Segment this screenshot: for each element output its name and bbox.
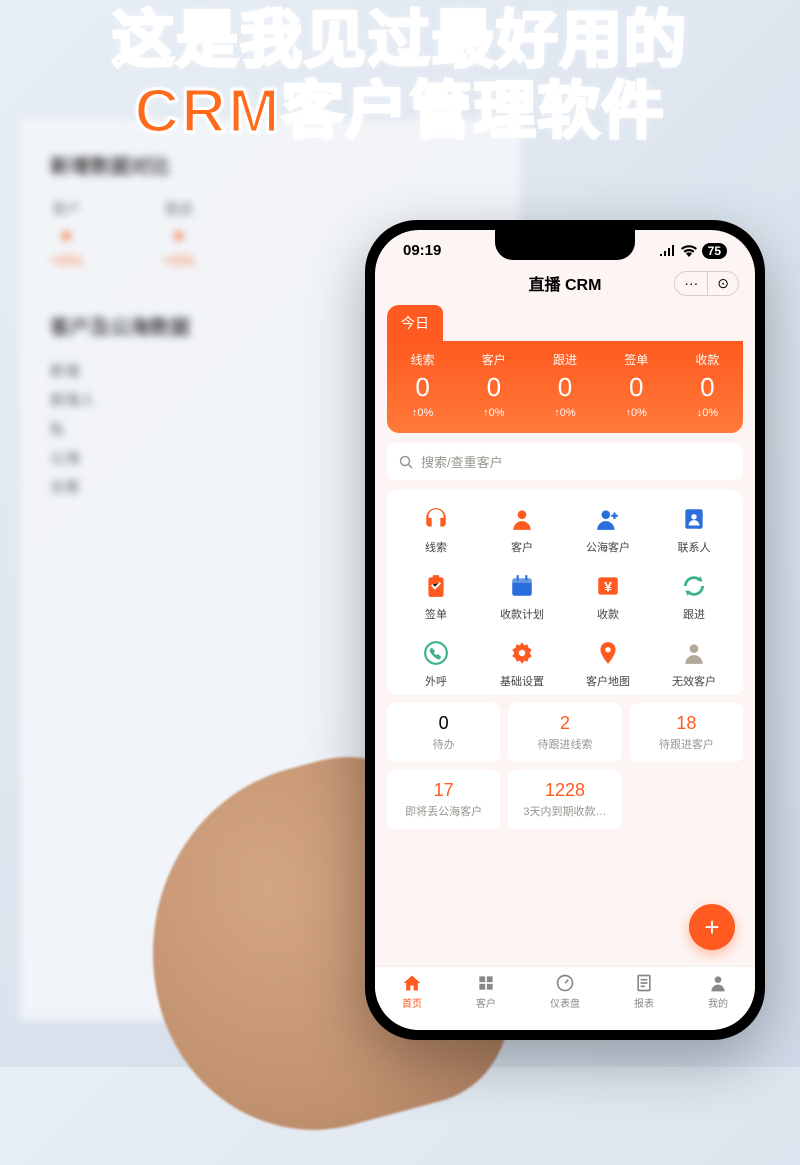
report-icon (634, 973, 654, 993)
money-icon: ¥ (593, 571, 623, 601)
calendar-icon (507, 571, 537, 601)
call-icon (421, 638, 451, 668)
location-icon (593, 638, 623, 668)
home-icon (402, 973, 422, 993)
app-header: 直播 CRM ··· ⊙ (375, 265, 755, 305)
headset-icon (421, 504, 451, 534)
contact-icon (679, 504, 709, 534)
fab-add-button[interactable]: + (689, 904, 735, 950)
person-plus-icon (593, 504, 623, 534)
people-icon (476, 973, 496, 993)
grid-item-money[interactable]: ¥ 收款 (565, 571, 651, 622)
grid-item-headset[interactable]: 线索 (393, 504, 479, 555)
kpi-tile-3[interactable]: 17 即将丢公海客户 (387, 770, 500, 829)
search-icon (399, 455, 413, 469)
tab-home[interactable]: 首页 (402, 973, 422, 1030)
more-button[interactable]: ··· (675, 272, 708, 295)
svg-text:¥: ¥ (604, 578, 612, 594)
dash-col-3[interactable]: 签单 0 ↑0% (601, 351, 672, 419)
grid-item-clipboard[interactable]: 签单 (393, 571, 479, 622)
person-x-icon (679, 638, 709, 668)
phone-notch (495, 230, 635, 260)
signal-icon (660, 245, 676, 256)
app-title: 直播 CRM (529, 271, 602, 295)
wifi-icon (681, 245, 697, 257)
grid-item-person[interactable]: 客户 (479, 504, 565, 555)
phone-frame: 09:19 75 直播 CRM ··· ⊙ 今日 线索 (365, 220, 765, 1040)
kpi-tile-1[interactable]: 2 待跟进线索 (508, 703, 621, 762)
refresh-icon (679, 571, 709, 601)
grid-item-location[interactable]: 客户地图 (565, 638, 651, 689)
promo-headline: 这是我见过最好用的 CRM客户管理软件 (20, 5, 780, 148)
tab-user[interactable]: 我的 (708, 973, 728, 1030)
grid-item-gear[interactable]: 基础设置 (479, 638, 565, 689)
tab-people[interactable]: 客户 (476, 973, 496, 1030)
bottom-tabbar: 首页 客户 仪表盘 报表 我的 (375, 966, 755, 1030)
person-icon (507, 504, 537, 534)
grid-item-call[interactable]: 外呼 (393, 638, 479, 689)
battery-indicator: 75 (702, 243, 727, 259)
status-time: 09:19 (403, 242, 441, 259)
dashboard-tab-today[interactable]: 今日 (387, 305, 443, 341)
today-dashboard: 今日 线索 0 ↑0%客户 0 ↑0%跟进 0 ↑0%签单 0 ↑0%收款 0 … (387, 305, 743, 433)
kpi-tile-2[interactable]: 18 待跟进客户 (630, 703, 743, 762)
tab-report[interactable]: 报表 (634, 973, 654, 1030)
dash-col-2[interactable]: 跟进 0 ↑0% (529, 351, 600, 419)
dash-col-4[interactable]: 收款 0 ↓0% (672, 351, 743, 419)
kpi-tile-4[interactable]: 1228 3天内到期收款… (508, 770, 621, 829)
search-placeholder: 搜索/查重客户 (421, 452, 503, 471)
grid-item-person-plus[interactable]: 公海客户 (565, 504, 651, 555)
feature-grid: 线索 客户 公海客户 联系人 签单 收款计划¥ 收款 跟进 外呼 基础设置 客户… (387, 490, 743, 695)
grid-item-person-x[interactable]: 无效客户 (651, 638, 737, 689)
dash-col-0[interactable]: 线索 0 ↑0% (387, 351, 458, 419)
close-button[interactable]: ⊙ (708, 272, 738, 295)
user-icon (708, 973, 728, 993)
grid-item-refresh[interactable]: 跟进 (651, 571, 737, 622)
search-input[interactable]: 搜索/查重客户 (387, 443, 743, 480)
grid-item-contact[interactable]: 联系人 (651, 504, 737, 555)
header-actions: ··· ⊙ (674, 271, 739, 296)
dash-col-1[interactable]: 客户 0 ↑0% (458, 351, 529, 419)
gear-icon (507, 638, 537, 668)
kpi-grid: 0 待办2 待跟进线索18 待跟进客户 17 即将丢公海客户1228 3天内到期收… (387, 703, 743, 829)
clipboard-icon (421, 571, 451, 601)
kpi-tile-0[interactable]: 0 待办 (387, 703, 500, 762)
tab-dashboard[interactable]: 仪表盘 (550, 973, 580, 1030)
phone-screen: 09:19 75 直播 CRM ··· ⊙ 今日 线索 (375, 230, 755, 1030)
dashboard-icon (555, 973, 575, 993)
grid-item-calendar[interactable]: 收款计划 (479, 571, 565, 622)
bg-section-title: 新增数据对比 (50, 150, 490, 179)
